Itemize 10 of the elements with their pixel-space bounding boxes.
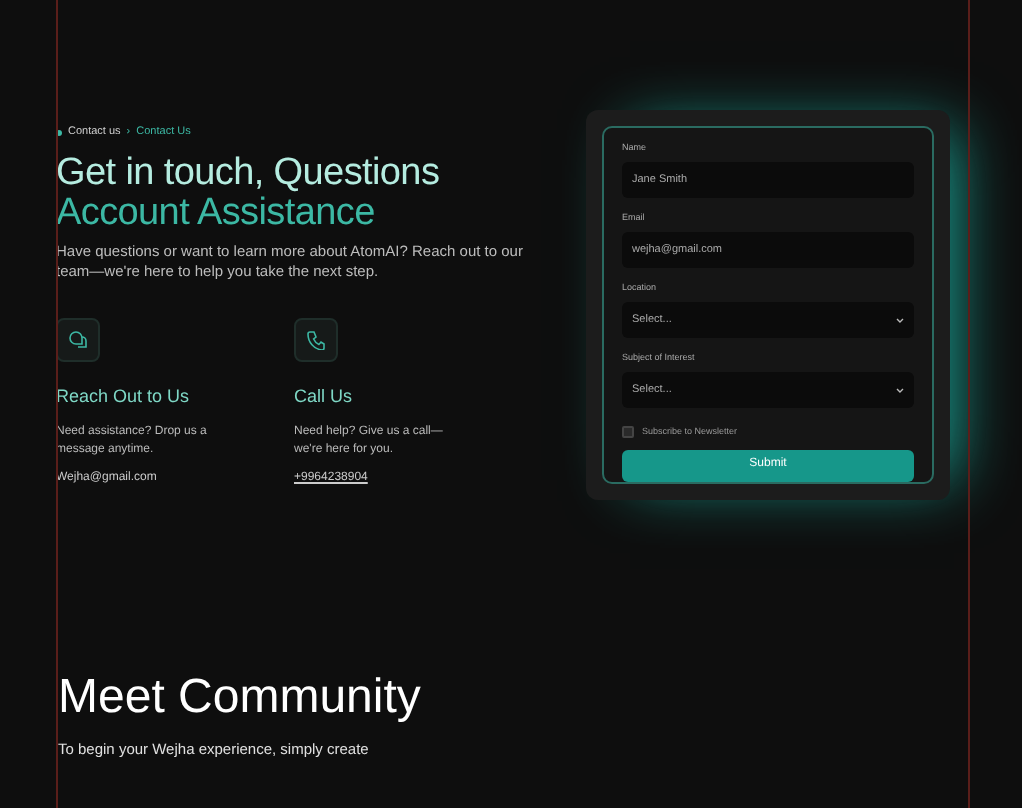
checkbox[interactable] (622, 426, 634, 439)
heading: Get in touch, Questions (56, 154, 442, 194)
section-title: Meet Community (58, 670, 421, 726)
chevron-down-icon (896, 317, 904, 323)
phone-icon (306, 330, 326, 350)
chevron-down-icon (896, 387, 904, 393)
contact-title: Call Us (294, 384, 353, 410)
bullet-icon (56, 129, 62, 135)
chat-icon (68, 330, 88, 350)
heading: Account Assistance (56, 194, 377, 234)
